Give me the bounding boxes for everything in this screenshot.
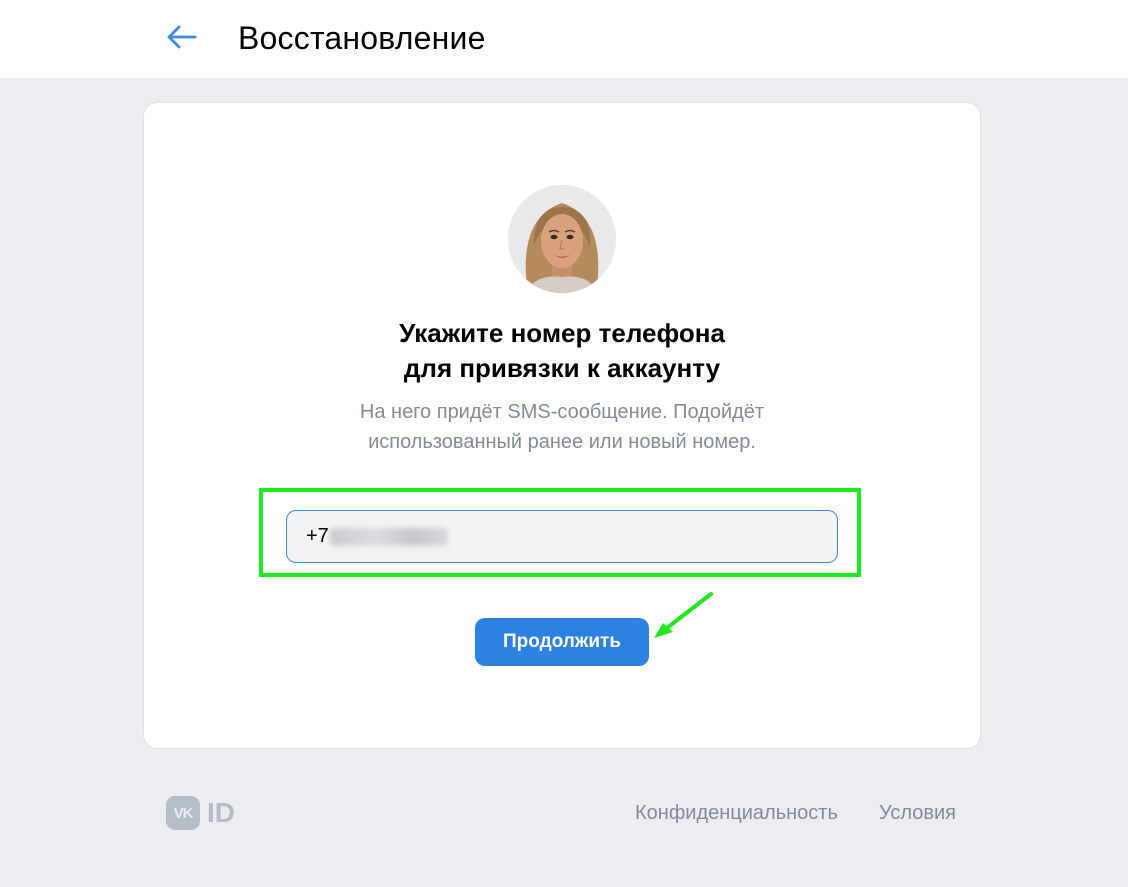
vk-logo-icon: VK <box>166 796 200 830</box>
back-button[interactable] <box>160 17 204 57</box>
recovery-card: Укажите номер телефона для привязки к ак… <box>143 102 981 749</box>
arrow-left-icon <box>167 25 197 49</box>
phone-prefix: +7 <box>306 525 329 547</box>
phone-input[interactable]: +7 <box>286 510 838 563</box>
avatar <box>508 185 616 293</box>
privacy-link[interactable]: Конфиденциальность <box>635 801 838 825</box>
continue-button[interactable]: Продолжить <box>475 618 649 666</box>
heading-line-1: Укажите номер телефона <box>399 318 725 348</box>
terms-link[interactable]: Условия <box>879 801 956 825</box>
description-line-1: На него придёт SMS-сообщение. Подойдёт <box>359 401 765 423</box>
logo-id-text: ID <box>207 797 235 828</box>
top-bar: Восстановление <box>0 0 1128 78</box>
page-title: Восстановление <box>238 20 486 56</box>
phone-obscured-digits <box>329 527 448 546</box>
heading-line-2: для привязки к аккаунту <box>403 353 721 383</box>
vk-id-logo: VK ID <box>166 796 235 830</box>
arrow-annotation-icon <box>654 592 713 638</box>
description-line-2: использованный ранее или новый номер. <box>368 431 756 453</box>
